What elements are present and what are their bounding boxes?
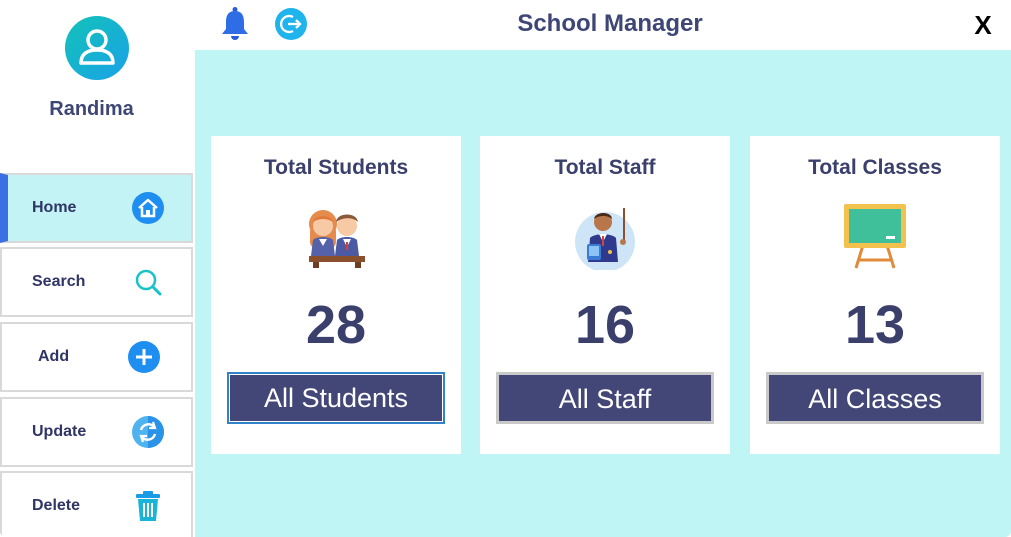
search-icon — [131, 265, 165, 299]
nav-search[interactable]: Search — [0, 247, 193, 317]
nav-home-label: Home — [32, 199, 77, 216]
nav-delete[interactable]: Delete — [0, 471, 193, 537]
all-students-button[interactable]: All Students — [227, 372, 445, 424]
logout-icon[interactable] — [274, 7, 308, 41]
nav-home[interactable]: Home — [0, 173, 193, 243]
card-count: 28 — [305, 295, 367, 355]
card-title: Total Students — [263, 156, 409, 179]
nav-update[interactable]: Update — [0, 397, 193, 467]
nav-update-label: Update — [32, 423, 87, 440]
card-title: Total Staff — [554, 156, 656, 179]
close-button[interactable]: X — [968, 8, 998, 42]
card-total-students: Total Students 28 All Students — [211, 136, 461, 454]
blackboard-icon — [842, 202, 908, 270]
nav-search-label: Search — [32, 273, 86, 290]
card-count: 13 — [844, 295, 906, 355]
all-staff-button[interactable]: All Staff — [496, 372, 714, 424]
home-icon — [131, 191, 165, 225]
username: Randima — [49, 98, 134, 120]
update-icon — [131, 415, 165, 449]
card-title: Total Classes — [808, 156, 942, 179]
nav-delete-label: Delete — [32, 497, 81, 514]
card-total-staff: Total Staff 16 All Staff — [480, 136, 730, 454]
app-title: School Manager — [517, 10, 703, 37]
all-classes-button[interactable]: All Classes — [766, 372, 984, 424]
trash-icon — [131, 489, 165, 523]
dashboard-panel: Total Students 28 All Students Total Sta… — [195, 50, 1011, 537]
app-window: Randima Home Search Add Update Delete Sc… — [0, 0, 1011, 537]
students-icon — [303, 202, 369, 270]
card-count: 16 — [574, 295, 636, 355]
card-total-classes: Total Classes 13 All Classes — [750, 136, 1000, 454]
nav-add[interactable]: Add — [0, 322, 193, 392]
user-avatar-icon — [65, 16, 129, 80]
notification-bell-icon[interactable] — [219, 6, 251, 42]
add-icon — [127, 340, 161, 374]
sidebar: Randima Home Search Add Update Delete — [0, 0, 195, 537]
nav-add-label: Add — [38, 348, 70, 365]
teacher-icon — [572, 202, 638, 272]
